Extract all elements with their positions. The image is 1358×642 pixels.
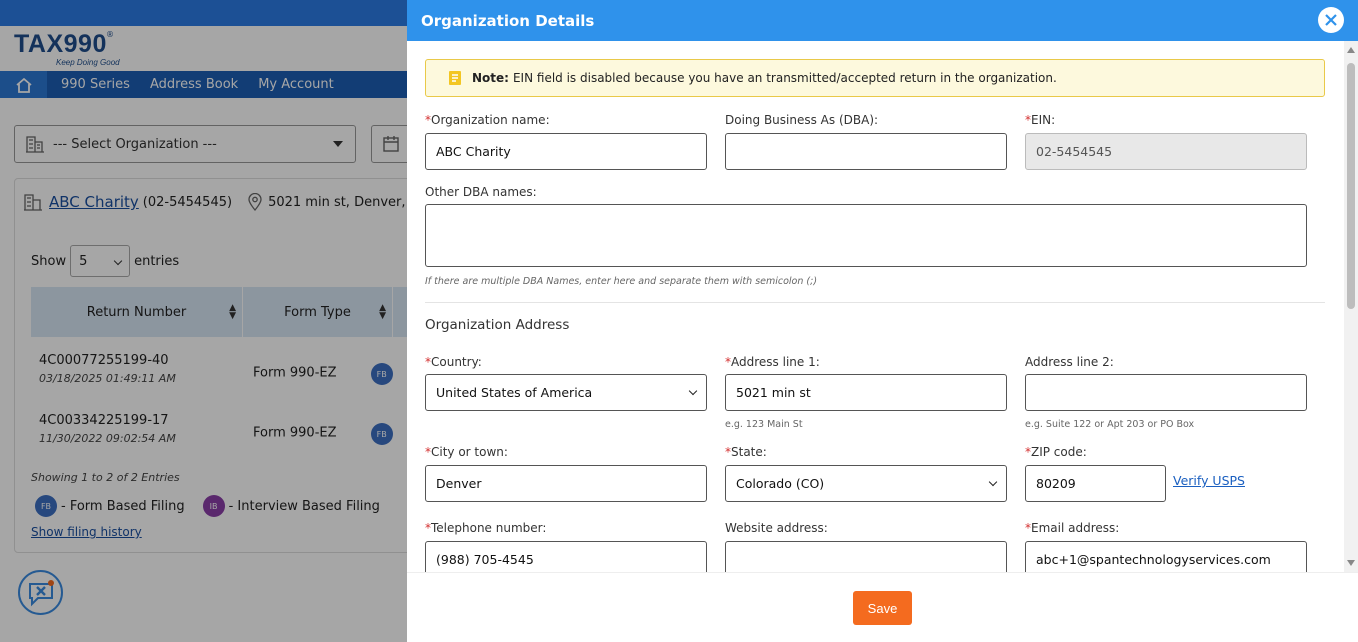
- state-label: *State:: [725, 445, 767, 459]
- address1-help: e.g. 123 Main St: [725, 419, 803, 430]
- modal-header: Organization Details: [407, 0, 1358, 41]
- phone-label: *Telephone number:: [425, 521, 547, 535]
- state-select-value: Colorado (CO): [736, 476, 825, 491]
- dba-input[interactable]: [725, 133, 1007, 170]
- modal-body: Note: EIN field is disabled because you …: [407, 41, 1358, 572]
- website-input[interactable]: [725, 541, 1007, 572]
- note-label: Note:: [472, 71, 509, 85]
- note-text: EIN field is disabled because you have a…: [512, 71, 1057, 85]
- website-label: Website address:: [725, 521, 828, 535]
- chevron-down-icon: [688, 386, 698, 396]
- city-input[interactable]: Denver: [425, 465, 707, 502]
- modal-scrollbar[interactable]: [1344, 41, 1358, 572]
- modal-footer: Save: [407, 572, 1358, 642]
- zip-input[interactable]: 80209: [1025, 465, 1166, 502]
- org-name-input[interactable]: ABC Charity: [425, 133, 707, 170]
- country-select[interactable]: United States of America: [425, 374, 707, 411]
- section-title-address: Organization Address: [425, 317, 570, 333]
- country-select-value: United States of America: [436, 385, 593, 400]
- org-name-label: *Organization name:: [425, 113, 550, 127]
- ein-input: 02-5454545: [1025, 133, 1307, 170]
- other-dba-label: Other DBA names:: [425, 185, 537, 199]
- other-dba-textarea[interactable]: [425, 204, 1307, 267]
- ein-disabled-note: Note: EIN field is disabled because you …: [425, 59, 1325, 97]
- modal-backdrop[interactable]: [0, 0, 407, 642]
- phone-input[interactable]: (988) 705-4545: [425, 541, 707, 572]
- country-label: *Country:: [425, 355, 482, 369]
- close-button[interactable]: [1318, 7, 1344, 33]
- address1-input[interactable]: 5021 min st: [725, 374, 1007, 411]
- other-dba-help: If there are multiple DBA Names, enter h…: [425, 276, 818, 287]
- note-icon: [449, 71, 461, 85]
- address1-label: *Address line 1:: [725, 355, 820, 369]
- ein-label: *EIN:: [1025, 113, 1056, 127]
- divider: [425, 302, 1325, 303]
- address2-label: Address line 2:: [1025, 355, 1114, 369]
- zip-label: *ZIP code:: [1025, 445, 1087, 459]
- organization-details-modal: Organization Details Note: EIN field is …: [407, 0, 1358, 642]
- dba-label: Doing Business As (DBA):: [725, 113, 879, 127]
- address2-help: e.g. Suite 122 or Apt 203 or PO Box: [1025, 419, 1195, 430]
- city-label: *City or town:: [425, 445, 508, 459]
- address2-input[interactable]: [1025, 374, 1307, 411]
- chevron-down-icon: [988, 477, 998, 487]
- verify-usps-link[interactable]: Verify USPS: [1173, 473, 1245, 488]
- scroll-up-icon[interactable]: [1347, 47, 1355, 53]
- modal-title: Organization Details: [421, 11, 595, 30]
- email-label: *Email address:: [1025, 521, 1120, 535]
- save-button[interactable]: Save: [853, 591, 912, 625]
- state-select[interactable]: Colorado (CO): [725, 465, 1007, 502]
- close-icon: [1325, 14, 1337, 26]
- email-input[interactable]: abc+1@spantechnologyservices.com: [1025, 541, 1307, 572]
- scroll-down-icon[interactable]: [1347, 560, 1355, 566]
- scroll-thumb[interactable]: [1347, 63, 1355, 309]
